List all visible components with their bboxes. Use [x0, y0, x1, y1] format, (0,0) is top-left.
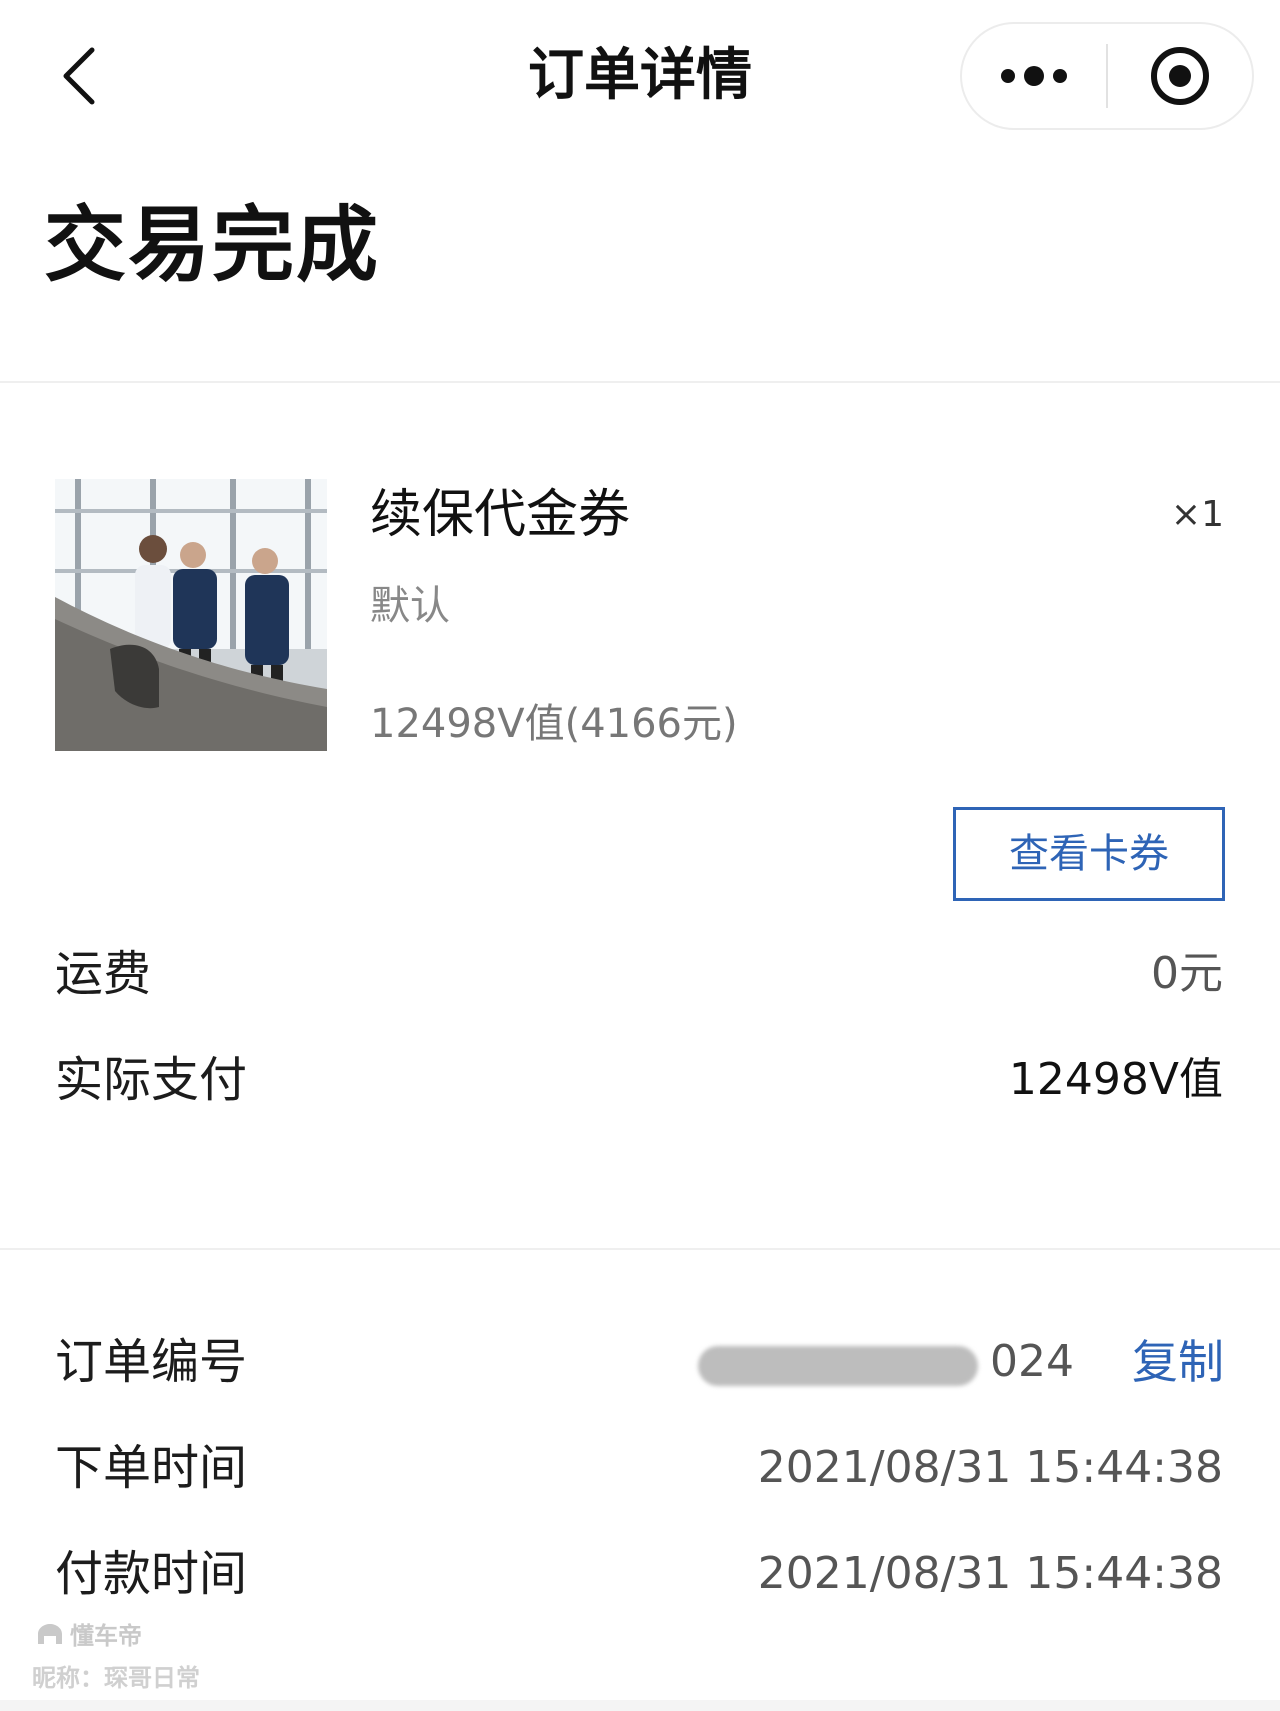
shipping-value: 0元	[1151, 948, 1223, 999]
product-image[interactable]	[55, 479, 327, 751]
nav-bar: 订单详情	[0, 0, 1280, 150]
watermark-brand-text: 懂车帝	[70, 1622, 142, 1650]
section-divider	[0, 381, 1280, 383]
view-coupon-button[interactable]: 查看卡券	[953, 807, 1225, 901]
redaction-mask	[698, 1346, 978, 1386]
order-time-label: 下单时间	[55, 1440, 248, 1496]
brand-logo-icon	[38, 1623, 62, 1644]
chevron-left-icon	[63, 47, 95, 105]
order-detail-page: 订单详情 交易完成 续保代金券 ×1 默认 12498V值(4166元) 查看卡…	[0, 0, 1280, 1711]
product-quantity: ×1	[1170, 494, 1224, 535]
target-circle-icon	[1151, 47, 1209, 105]
shipping-label: 运费	[55, 946, 152, 1002]
section-divider	[0, 1248, 1280, 1250]
watermark-brand: 懂车帝	[36, 1616, 142, 1651]
paid-value: 12498V值	[1008, 1054, 1223, 1105]
bottom-divider	[0, 1700, 1280, 1711]
mini-program-capsule	[960, 22, 1254, 130]
watermark-user: 昵称：琛哥日常	[32, 1664, 200, 1692]
back-button[interactable]	[48, 40, 108, 112]
pay-time-label: 付款时间	[55, 1546, 248, 1602]
product-name: 续保代金券	[370, 485, 631, 545]
more-button[interactable]	[962, 24, 1106, 128]
product-price: 12498V值(4166元)	[370, 701, 738, 747]
more-dots-icon	[1001, 66, 1067, 86]
copy-order-number-button[interactable]: 复制	[1132, 1330, 1224, 1394]
order-status-title: 交易完成	[44, 198, 381, 293]
order-time-value: 2021/08/31 15:44:38	[757, 1442, 1223, 1493]
pay-time-value: 2021/08/31 15:44:38	[757, 1548, 1223, 1599]
product-photo	[55, 479, 327, 751]
close-button[interactable]	[1108, 24, 1252, 128]
paid-label: 实际支付	[55, 1052, 248, 1108]
order-number-value: 024	[990, 1336, 1074, 1387]
product-spec: 默认	[370, 583, 450, 629]
order-number-label: 订单编号	[55, 1334, 248, 1390]
